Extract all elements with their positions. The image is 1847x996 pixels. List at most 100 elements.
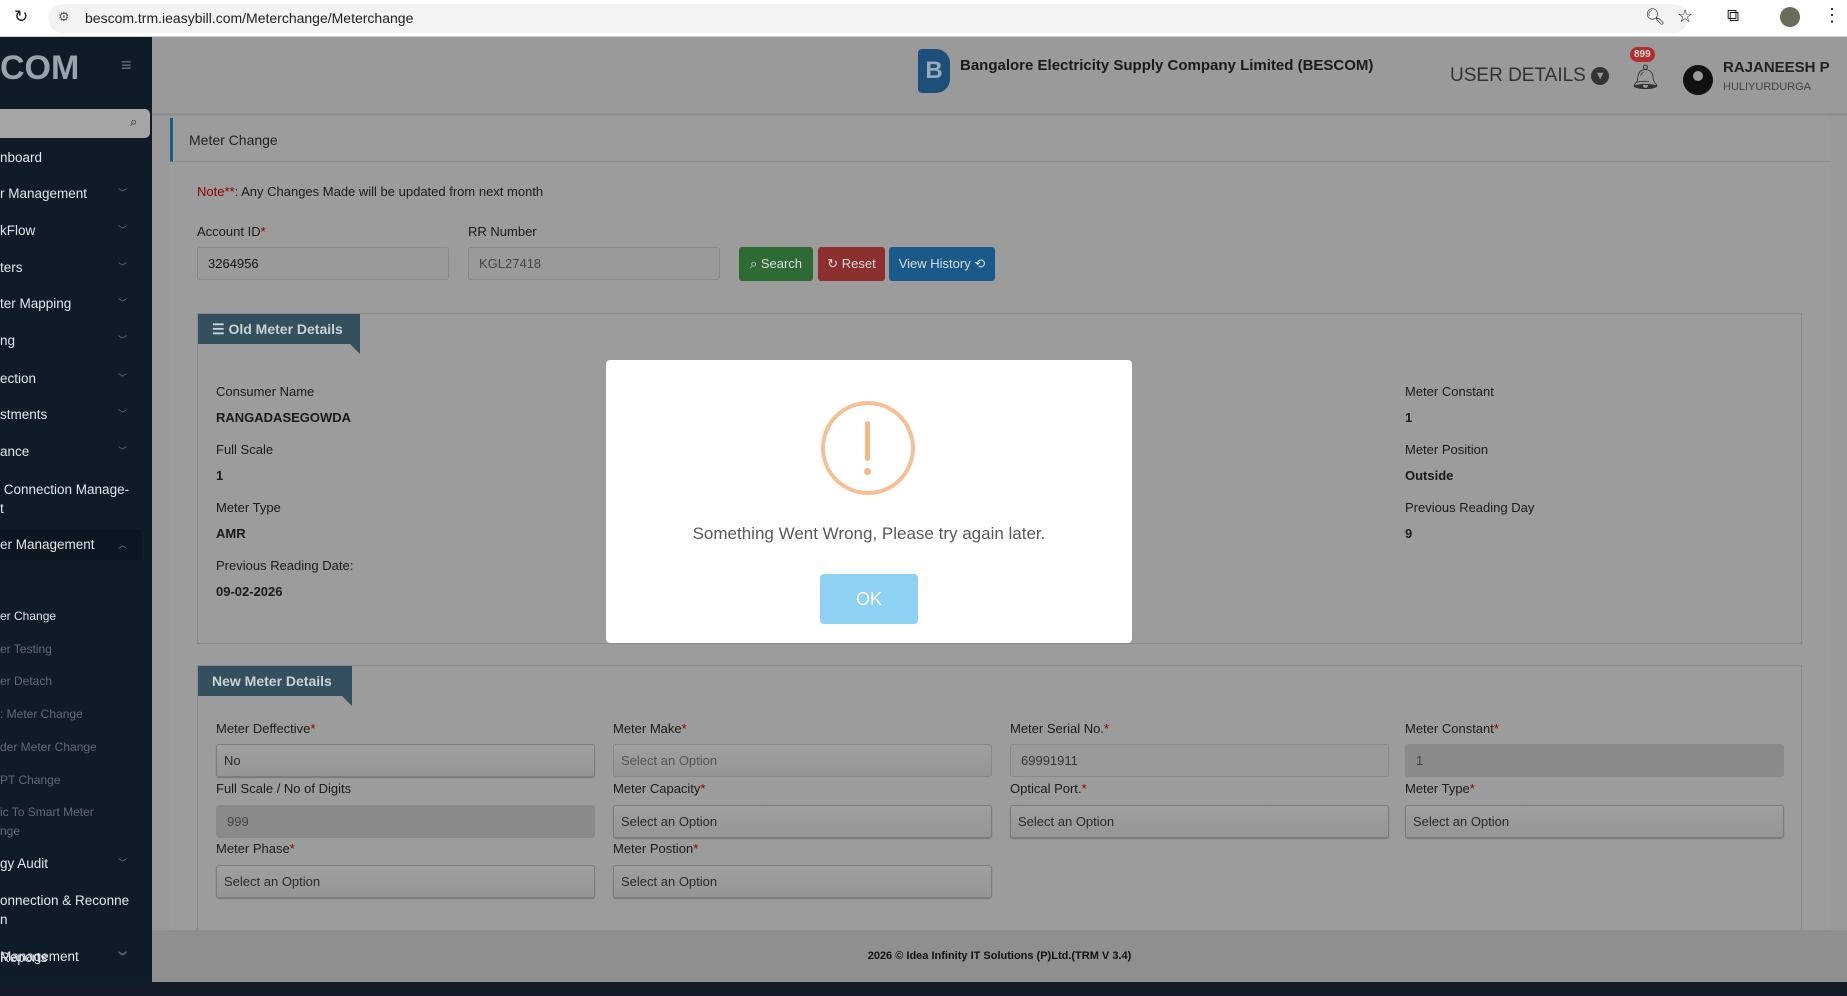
hamburger-icon[interactable]: ≡: [121, 55, 132, 76]
account-id-label: Account ID*: [197, 224, 266, 239]
field-label: Meter Capacity*: [613, 781, 706, 796]
meter-type-select[interactable]: Select an Option: [1405, 805, 1784, 838]
chevron-down-icon: ﹀: [118, 298, 128, 308]
chevron-down-icon: ﹀: [118, 225, 128, 235]
consumer-name-value: RANGADASEGOWDA: [216, 410, 352, 425]
chevron-down-icon: ﹀: [118, 409, 128, 419]
chevron-down-icon: ﹀: [118, 188, 128, 198]
sidebar-item-energy-audit[interactable]: gy Audit ﹀: [0, 856, 142, 871]
meter-position-select[interactable]: Select an Option: [613, 865, 992, 898]
chevron-down-icon: ▼: [1591, 67, 1610, 85]
warning-icon: [821, 401, 915, 495]
sidebar-item-disconnection[interactable]: onnection & Reconne: [0, 893, 142, 908]
sidebar-item-meter-mapping[interactable]: ter Mapping ﹀: [0, 296, 142, 311]
user-location: HULIYURDURGA: [1723, 81, 1812, 93]
meter-position-label: Meter Position: [1405, 442, 1489, 457]
search-icon: ⌕: [749, 256, 758, 271]
meter-constant-label: Meter Constant: [1405, 384, 1494, 399]
sidebar-subitem-smart-meter-change-cont: nge: [0, 824, 21, 838]
sidebar-item-masters[interactable]: ters ﹀: [0, 260, 142, 275]
bookmark-star-icon[interactable]: ☆: [1677, 6, 1693, 27]
address-bar[interactable]: bescom.trm.ieasybill.com/Meterchange/Met…: [48, 4, 1688, 33]
field-label: Full Scale / No of Digits: [216, 781, 352, 796]
browser-toolbar: ↻ bescom.trm.ieasybill.com/Meterchange/M…: [0, 0, 1847, 37]
sidebar: COM ≡ ⌕ nboard r Management ﹀ kFlow ﹀ ters…: [0, 37, 152, 982]
sidebar-item-reports[interactable]: Reports ﹀: [0, 950, 142, 965]
search-button[interactable]: ⌕ Search: [739, 247, 813, 281]
refresh-icon: ↻: [827, 256, 839, 271]
chevron-down-icon: ﹀: [118, 262, 128, 272]
meter-type-value: AMR: [216, 526, 246, 541]
user-avatar[interactable]: [1683, 65, 1713, 95]
taskbar: [0, 982, 1847, 996]
sidebar-item-user-management[interactable]: r Management ﹀: [0, 186, 142, 201]
zoom-icon[interactable]: 🔍︎: [1645, 7, 1665, 27]
meter-make-select[interactable]: Select an Option: [613, 744, 992, 777]
error-message: Something Went Wrong, Please try again l…: [692, 524, 1046, 543]
field-label: Meter Serial No.*: [1010, 721, 1109, 736]
previous-reading-day-value: 9: [1405, 526, 1413, 541]
field-label: Meter Type*: [1405, 781, 1475, 796]
error-dialog: Something Went Wrong, Please try again l…: [606, 360, 1132, 643]
full-scale-input: 999: [216, 805, 595, 838]
sidebar-subitem-smart-meter-change[interactable]: ic To Smart Meter: [0, 805, 94, 819]
sidebar-subitem-bulk-meter-change[interactable]: : Meter Change: [0, 707, 83, 721]
site-info-icon[interactable]: ⚙: [58, 9, 70, 25]
sidebar-item-disconnection-cont: n: [0, 912, 8, 927]
menu-icon[interactable]: ⋮: [1823, 5, 1841, 26]
chevron-up-icon: ︿: [118, 540, 128, 550]
previous-reading-date-value: 09-02-2026: [216, 584, 283, 599]
field-label: Meter Constant*: [1405, 721, 1499, 736]
full-scale-value: 1: [216, 468, 224, 483]
optical-port-select[interactable]: Select an Option: [1010, 805, 1389, 838]
sidebar-item-meter-management[interactable]: er Management ︿: [0, 530, 142, 560]
sidebar-subitem-ct-pt-change[interactable]: PT Change: [0, 773, 61, 787]
rr-number-input[interactable]: KGL27418: [468, 247, 720, 280]
meter-position-value: Outside: [1405, 468, 1454, 483]
meter-phase-select[interactable]: Select an Option: [216, 865, 595, 898]
sidebar-subitem-under-meter-change[interactable]: der Meter Change: [0, 740, 97, 754]
user-name: RAJANEESH P: [1723, 59, 1830, 76]
sidebar-item-dashboard[interactable]: nboard: [0, 150, 142, 165]
sidebar-item-finance[interactable]: ance ﹀: [0, 444, 142, 459]
consumer-name-label: Consumer Name: [216, 384, 315, 399]
sidebar-item-connection-management[interactable]: Connection Manage- t: [0, 480, 142, 518]
sidebar-subitem-meter-change[interactable]: er Change: [0, 609, 56, 623]
meter-capacity-select[interactable]: Select an Option: [613, 805, 992, 838]
user-details-dropdown[interactable]: USER DETAILS ▼: [1450, 65, 1610, 87]
sidebar-item-billing[interactable]: ng ﹀: [0, 333, 142, 348]
reload-icon[interactable]: ↻: [14, 7, 28, 27]
reset-button[interactable]: ↻ Reset: [818, 247, 885, 281]
full-scale-label: Full Scale: [216, 442, 274, 457]
company-name: Bangalore Electricity Supply Company Lim…: [960, 57, 1374, 74]
notification-badge: 899: [1630, 47, 1655, 62]
meter-constant-input: 1: [1405, 744, 1784, 777]
bescom-logo: B: [918, 49, 950, 93]
url-text: bescom.trm.ieasybill.com/Meterchange/Met…: [85, 10, 414, 26]
view-history-button[interactable]: View History ⟲: [889, 247, 995, 281]
sidebar-item-collection[interactable]: ection ﹀: [0, 371, 142, 386]
history-icon: ⟲: [974, 256, 986, 271]
sidebar-subitem-meter-testing[interactable]: er Testing: [0, 642, 52, 656]
sidebar-item-adjustments[interactable]: stments ﹀: [0, 407, 142, 422]
ok-button[interactable]: OK: [820, 574, 918, 624]
extensions-icon[interactable]: ⧉: [1727, 6, 1739, 26]
bell-icon[interactable]: 🔔︎: [1630, 63, 1660, 92]
previous-reading-day-label: Previous Reading Day: [1405, 500, 1535, 515]
profile-avatar[interactable]: [1780, 7, 1800, 27]
meter-serial-input[interactable]: 69991911: [1010, 744, 1389, 777]
search-icon[interactable]: ⌕: [130, 114, 137, 130]
sidebar-search-input[interactable]: ⌕: [0, 109, 150, 138]
chevron-down-icon: ﹀: [118, 858, 128, 868]
previous-reading-date-label: Previous Reading Date:: [216, 558, 354, 573]
account-id-input[interactable]: 3264956: [197, 247, 449, 280]
brand-logo: COM: [0, 49, 80, 87]
chevron-down-icon: ﹀: [118, 335, 128, 345]
rr-number-label: RR Number: [468, 224, 537, 239]
field-label: Meter Deffective*: [216, 721, 316, 736]
sidebar-item-workflow[interactable]: kFlow ﹀: [0, 223, 142, 238]
field-label: Meter Phase*: [216, 841, 295, 856]
sidebar-subitem-meter-detach[interactable]: er Detach: [0, 674, 52, 688]
new-meter-details-header: New Meter Details: [198, 666, 352, 706]
meter-defective-select[interactable]: No: [216, 744, 595, 777]
